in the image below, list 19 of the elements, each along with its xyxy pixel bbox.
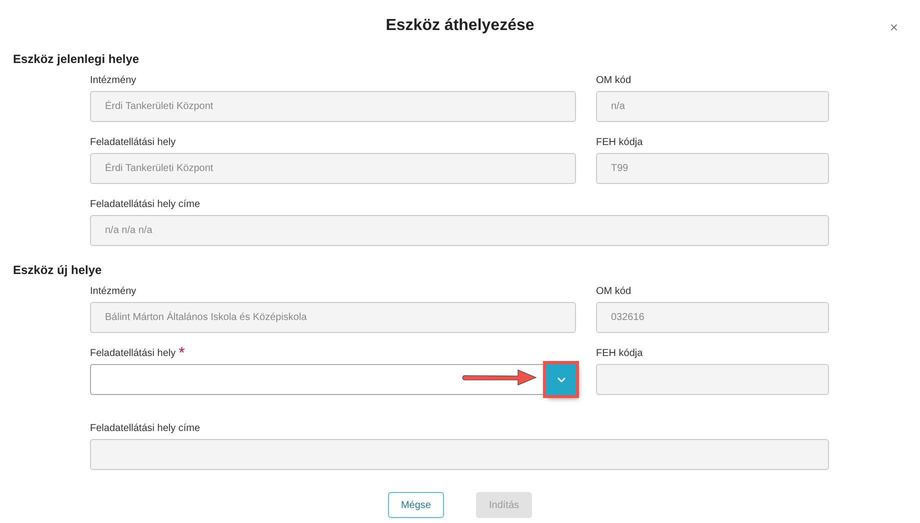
dropdown-button[interactable] (546, 364, 576, 395)
field-label: Feladatellátási hely (90, 136, 177, 149)
field-label: OM kód (596, 74, 632, 87)
field-label: Feladatellátási hely (90, 347, 176, 360)
section-heading: Eszköz jelenlegi helye (13, 52, 140, 66)
select-field[interactable] (90, 364, 546, 395)
field-label: FEH kódja (596, 136, 644, 149)
field-label: Feladatellátási hely címe (90, 422, 202, 435)
cancel-button[interactable]: Mégse (388, 492, 444, 518)
field-label: Intézmény (90, 285, 138, 298)
dialog-title: Eszköz áthelyezése (386, 17, 534, 35)
field-label: Feladatellátási hely címe (90, 198, 202, 211)
required-mark: * (178, 344, 185, 362)
chevron-down-icon (556, 376, 566, 382)
field-label: FEH kódja (596, 347, 644, 360)
field-label: OM kód (596, 285, 632, 298)
close-button[interactable]: × (890, 19, 898, 35)
section-heading: Eszköz új helye (13, 263, 103, 277)
field-label: Intézmény (90, 74, 138, 87)
